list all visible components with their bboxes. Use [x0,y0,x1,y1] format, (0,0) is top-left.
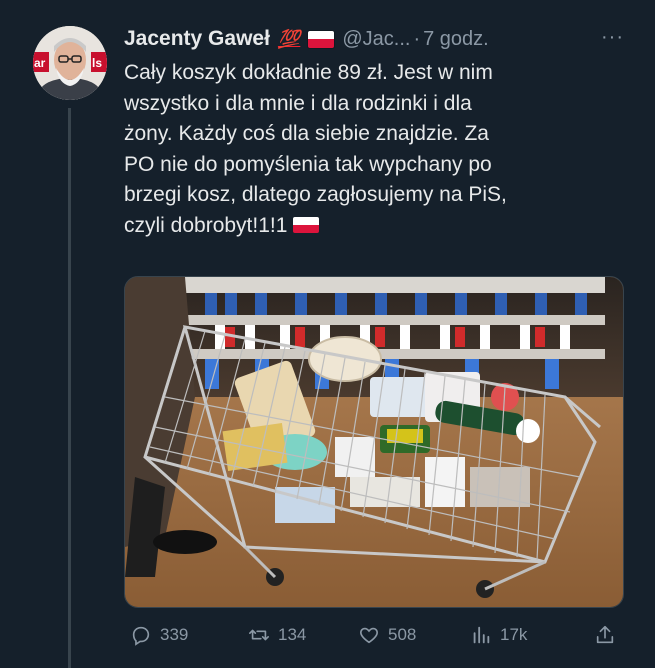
like-button[interactable]: 508 [358,624,416,646]
tweet-text-last-words: czyli dobrobyt!1!1 [124,213,288,237]
tweet-text-line-last: czyli dobrobyt!1!1 [124,211,624,242]
avatar-text-right: ls [92,56,102,70]
avatar[interactable]: ar ls [33,26,107,100]
view-count: 17k [500,625,528,644]
avatar-text-left: ar [34,56,46,70]
like-icon [360,627,378,644]
tweet-text-line: PO nie do pomyślenia tak wypchany po [124,152,492,176]
poland-flag-icon [293,216,320,233]
tweet-actions: 339 134 508 17k [124,620,622,650]
tweet-text-line: Cały koszyk dokładnie 89 zł. Jest w nim [124,61,493,84]
reply-count: 339 [160,625,189,644]
retweet-icon [249,629,269,641]
like-count: 508 [388,625,417,644]
retweet-button[interactable]: 134 [248,624,306,646]
more-icon[interactable]: ··· [601,26,624,49]
views-button[interactable]: 17k [470,624,527,646]
views-icon [473,626,490,644]
shopping-cart-photo [125,277,623,607]
author-name[interactable]: Jacenty Gaweł [124,27,270,51]
share-icon [596,625,614,644]
tweet-text-line: brzegi kosz, dlatego zagłosujemy na PiS, [124,183,507,206]
tweet-time[interactable]: 7 godz. [423,28,489,51]
tweet-text-line: wszystko i dla mnie i dla rodzinki i dla [124,91,472,115]
poland-flag-icon [308,30,335,48]
share-button[interactable] [594,624,624,646]
tweet-header: Jacenty Gaweł 💯 @Jac... · 7 godz. ··· [124,26,624,52]
avatar-image: ar ls [33,26,107,100]
tweet-text: Cały koszyk dokładnie 89 zł. Jest w nim … [124,58,624,241]
hundred-emoji-icon: 💯 [277,28,301,49]
author-handle[interactable]: @Jac... [342,28,410,51]
tweet-media[interactable] [124,276,624,608]
reply-button[interactable]: 339 [130,624,188,646]
tweet-text-line: żony. Każdy coś dla siebie znajdzie. Za [124,122,489,145]
retweet-count: 134 [278,625,307,644]
thread-line [68,108,71,668]
separator-dot: · [413,27,421,50]
reply-icon [132,626,150,646]
